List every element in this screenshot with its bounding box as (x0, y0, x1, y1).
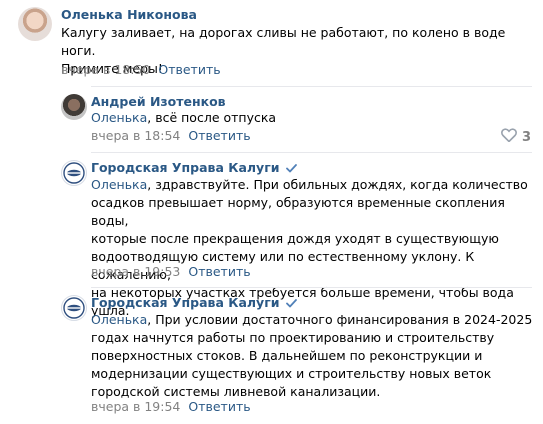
city-logo-icon (63, 297, 85, 319)
reply-to-link[interactable]: Оленька (91, 177, 147, 192)
comment-time[interactable]: вчера в 19:54 (91, 399, 180, 414)
comment-time[interactable]: вчера в 19:53 (91, 264, 180, 279)
like-count: 3 (521, 129, 531, 145)
like-button[interactable]: 3 (500, 128, 531, 146)
city-logo-icon (63, 162, 85, 184)
reply-to-link[interactable]: Оленька (91, 312, 147, 327)
comment-meta: вчера в 18:50 Ответить (61, 62, 221, 78)
comment-author[interactable]: Городская Управа Калуги (91, 295, 297, 312)
comment-author[interactable]: Оленька Никонова (61, 7, 197, 23)
comment-meta: вчера в 19:53 Ответить (91, 264, 251, 280)
reply-button[interactable]: Ответить (188, 128, 250, 143)
comment-time[interactable]: вчера в 18:50 (61, 62, 150, 77)
heart-icon (500, 128, 517, 146)
comment-author[interactable]: Андрей Изотенков (91, 94, 226, 110)
comment-meta: вчера в 18:54 Ответить (91, 128, 251, 144)
comment-meta: вчера в 19:54 Ответить (91, 399, 251, 415)
avatar[interactable] (61, 295, 87, 321)
comment-time[interactable]: вчера в 18:54 (91, 128, 180, 143)
reply-button[interactable]: Ответить (188, 399, 250, 414)
reply-button[interactable]: Ответить (188, 264, 250, 279)
divider (91, 287, 532, 288)
reply-button[interactable]: Ответить (158, 62, 220, 77)
comment-text: Оленька, При условии достаточного финанс… (91, 312, 533, 399)
avatar[interactable] (61, 94, 87, 120)
comment-text: Оленька, всё после отпуска (91, 110, 277, 125)
verified-icon (285, 296, 297, 312)
reply-to-link[interactable]: Оленька (91, 110, 147, 125)
comment-author[interactable]: Городская Управа Калуги (91, 160, 297, 177)
avatar[interactable] (18, 7, 52, 41)
divider (91, 152, 532, 153)
verified-icon (285, 161, 297, 177)
avatar[interactable] (61, 160, 87, 186)
divider (91, 86, 532, 87)
